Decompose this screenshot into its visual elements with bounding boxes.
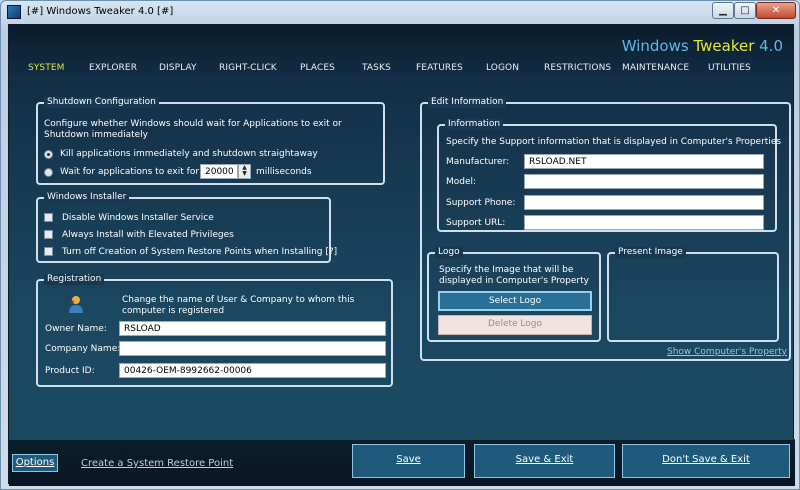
tab-logon[interactable]: LOGON xyxy=(486,63,519,73)
window-title: [#] Windows Tweaker 4.0 [#] xyxy=(27,6,174,17)
brand-logo: Windows Tweaker 4.0 xyxy=(622,37,783,55)
wait-unit-label: milliseconds xyxy=(256,167,312,177)
minimize-button[interactable]: ▁ xyxy=(712,2,734,19)
footer-bar: Options Create a System Restore Point Sa… xyxy=(9,439,795,486)
brand-part-windows: Windows xyxy=(621,37,694,55)
company-name-input[interactable] xyxy=(119,341,386,356)
nav-tabs: SYSTEM EXPLORER DISPLAY RIGHT-CLICK PLAC… xyxy=(9,63,795,77)
tab-features[interactable]: FEATURES xyxy=(416,63,463,73)
present-image-title: Present Image xyxy=(615,247,686,258)
save-exit-button[interactable]: Save & Exit xyxy=(474,444,615,478)
show-computer-property-link[interactable]: Show Computer's Property xyxy=(667,347,787,357)
edit-information-group: Edit Information Information Specify the… xyxy=(420,97,791,361)
wait-ms-input[interactable]: 20000 xyxy=(200,164,238,179)
manufacturer-input[interactable]: RSLOAD.NET xyxy=(524,154,764,169)
wait-apps-radio[interactable] xyxy=(44,168,53,177)
windows-installer-title: Windows Installer xyxy=(44,192,130,203)
registration-title: Registration xyxy=(44,274,105,285)
tab-restrictions[interactable]: RESTRICTIONS xyxy=(544,63,611,73)
restore-points-label: Turn off Creation of System Restore Poin… xyxy=(62,247,338,257)
kill-apps-label: Kill applications immediately and shutdo… xyxy=(60,149,318,159)
wait-apps-label: Wait for applications to exit for xyxy=(60,167,200,177)
logo-title: Logo xyxy=(435,247,463,258)
shutdown-config-group: Shutdown Configuration Configure whether… xyxy=(36,97,385,185)
company-name-label: Company Name: xyxy=(45,344,121,354)
logo-description: Specify the Image that will be displayed… xyxy=(439,265,589,286)
user-icon xyxy=(69,296,83,313)
main-panel: Windows Tweaker 4.0 SYSTEM EXPLORER DISP… xyxy=(8,24,795,486)
disable-installer-label: Disable Windows Installer Service xyxy=(62,213,214,223)
support-url-label: Support URL: xyxy=(446,218,506,228)
brand-part-version: 4.0 xyxy=(754,37,783,55)
tab-maintenance[interactable]: MAINTENANCE xyxy=(622,63,689,73)
edit-information-title: Edit Information xyxy=(428,97,507,108)
select-logo-button[interactable]: Select Logo xyxy=(438,291,592,311)
app-window: [#] Windows Tweaker 4.0 [#] ▁ □ ✕ Window… xyxy=(0,0,800,490)
shutdown-description: Configure whether Windows should wait fo… xyxy=(44,119,342,140)
elevated-install-checkbox[interactable] xyxy=(44,230,53,239)
windows-installer-group: Windows Installer Disable Windows Instal… xyxy=(36,192,337,263)
delete-logo-button[interactable]: Delete Logo xyxy=(438,315,592,335)
disable-installer-checkbox[interactable] xyxy=(44,213,53,222)
information-group: Information Specify the Support informat… xyxy=(437,119,781,232)
restore-point-link[interactable]: Create a System Restore Point xyxy=(81,458,233,469)
present-image-group: Present Image xyxy=(607,247,779,342)
registration-description: Change the name of User & Company to who… xyxy=(122,295,355,316)
kill-apps-radio[interactable] xyxy=(44,150,53,159)
support-url-input[interactable] xyxy=(524,215,764,230)
maximize-button[interactable]: □ xyxy=(734,2,756,19)
tab-display[interactable]: DISPLAY xyxy=(159,63,197,73)
manufacturer-label: Manufacturer: xyxy=(446,157,510,167)
owner-name-input[interactable]: RSLOAD xyxy=(119,321,386,336)
model-label: Model: xyxy=(446,177,477,187)
options-button[interactable]: Options xyxy=(12,454,58,472)
support-phone-label: Support Phone: xyxy=(446,198,516,208)
product-id-label: Product ID: xyxy=(45,366,95,376)
shutdown-config-title: Shutdown Configuration xyxy=(44,97,159,108)
elevated-install-label: Always Install with Elevated Privileges xyxy=(62,230,234,240)
model-input[interactable] xyxy=(524,174,764,189)
tab-places[interactable]: PLACES xyxy=(300,63,335,73)
registration-group: Registration Change the name of User & C… xyxy=(36,274,393,387)
restore-points-checkbox[interactable] xyxy=(44,247,53,256)
brand-part-tweaker: Tweaker xyxy=(693,37,755,55)
spin-down-icon[interactable]: ▼ xyxy=(239,171,250,177)
information-description: Specify the Support information that is … xyxy=(446,137,782,147)
wait-ms-stepper[interactable]: ▲ ▼ xyxy=(238,164,251,179)
tab-explorer[interactable]: EXPLORER xyxy=(89,63,137,73)
support-phone-input[interactable] xyxy=(524,195,764,210)
tab-tasks[interactable]: TASKS xyxy=(362,63,391,73)
app-icon xyxy=(7,5,21,19)
close-button[interactable]: ✕ xyxy=(756,2,796,19)
tab-system[interactable]: SYSTEM xyxy=(28,63,64,73)
tab-utilities[interactable]: UTILITIES xyxy=(708,63,751,73)
tab-right-click[interactable]: RIGHT-CLICK xyxy=(219,63,277,73)
information-title: Information xyxy=(445,119,504,130)
dont-save-exit-button[interactable]: Don't Save & Exit xyxy=(622,444,790,478)
owner-name-label: Owner Name: xyxy=(45,324,107,334)
save-button[interactable]: Save xyxy=(352,444,465,478)
product-id-input[interactable]: 00426-OEM-8992662-00006 xyxy=(119,363,386,378)
title-bar: [#] Windows Tweaker 4.0 [#] ▁ □ ✕ xyxy=(1,1,799,23)
logo-group: Logo Specify the Image that will be disp… xyxy=(427,247,601,342)
